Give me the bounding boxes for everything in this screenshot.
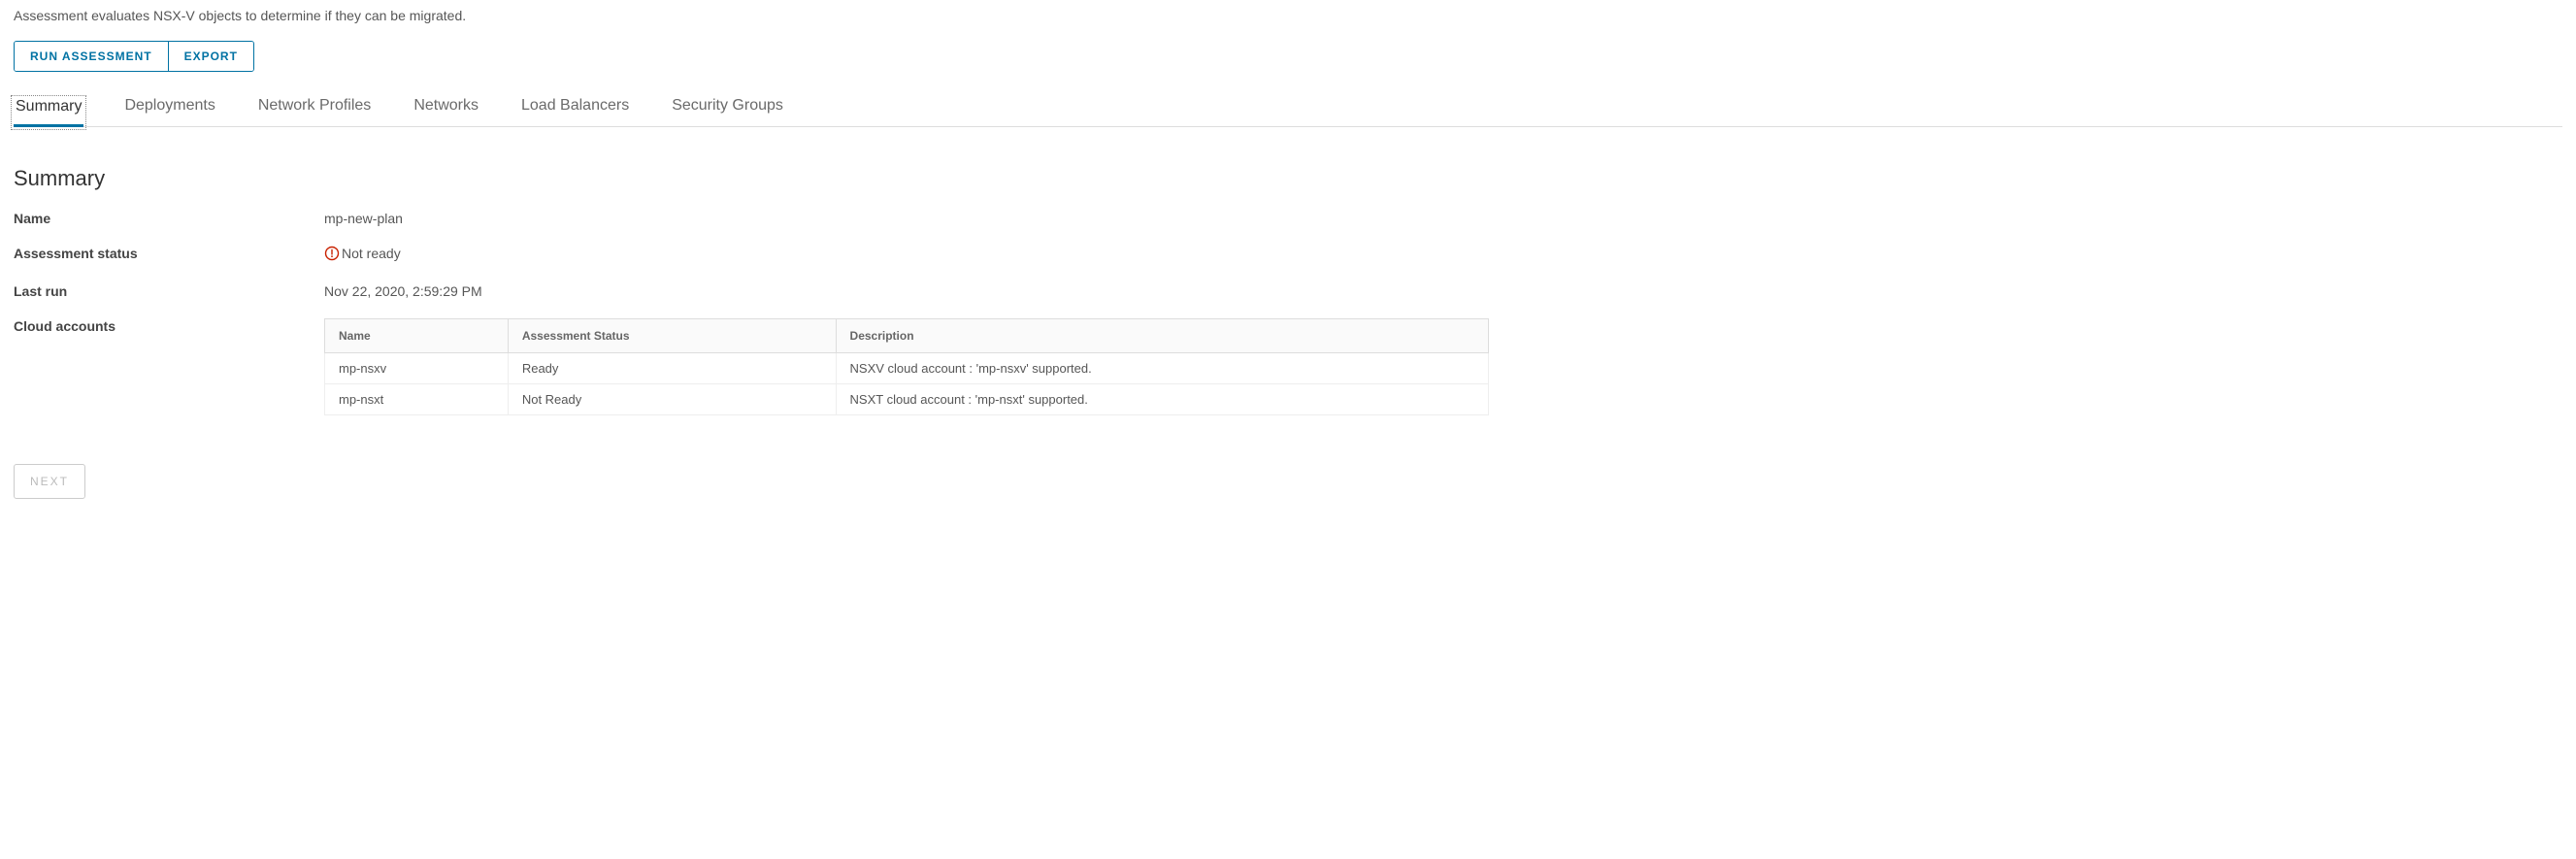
tab-network-profiles[interactable]: Network Profiles <box>256 97 373 126</box>
col-header-description: Description <box>836 319 1488 353</box>
label-assessment-status: Assessment status <box>14 246 324 261</box>
row-assessment-status: Assessment status Not ready <box>14 246 2562 264</box>
row-cloud-accounts: Cloud accounts Name Assessment Status De… <box>14 318 2562 415</box>
label-last-run: Last run <box>14 283 324 299</box>
export-button[interactable]: EXPORT <box>168 42 253 71</box>
page-description: Assessment evaluates NSX-V objects to de… <box>14 8 2562 23</box>
tab-summary[interactable]: Summary <box>14 98 83 127</box>
col-header-status: Assessment Status <box>508 319 836 353</box>
tab-deployments[interactable]: Deployments <box>122 97 216 126</box>
label-cloud-accounts: Cloud accounts <box>14 318 324 334</box>
run-assessment-button[interactable]: RUN ASSESSMENT <box>15 42 168 71</box>
error-icon <box>324 246 340 261</box>
table-header-row: Name Assessment Status Description <box>325 319 1489 353</box>
cell-description: NSXV cloud account : 'mp-nsxv' supported… <box>836 353 1488 384</box>
cell-status: Ready <box>508 353 836 384</box>
cloud-accounts-table: Name Assessment Status Description mp-ns… <box>324 318 1489 415</box>
table-row: mp-nsxv Ready NSXV cloud account : 'mp-n… <box>325 353 1489 384</box>
tab-load-balancers[interactable]: Load Balancers <box>519 97 631 126</box>
label-name: Name <box>14 211 324 226</box>
row-last-run: Last run Nov 22, 2020, 2:59:29 PM <box>14 283 2562 299</box>
value-last-run: Nov 22, 2020, 2:59:29 PM <box>324 283 2562 299</box>
cell-status: Not Ready <box>508 384 836 415</box>
row-name: Name mp-new-plan <box>14 211 2562 226</box>
value-assessment-status: Not ready <box>342 246 401 261</box>
value-name: mp-new-plan <box>324 211 2562 226</box>
next-button[interactable]: NEXT <box>14 464 85 499</box>
tabs: Summary Deployments Network Profiles Net… <box>14 93 2562 127</box>
tab-security-groups[interactable]: Security Groups <box>670 97 785 126</box>
cell-description: NSXT cloud account : 'mp-nsxt' supported… <box>836 384 1488 415</box>
action-button-group: RUN ASSESSMENT EXPORT <box>14 41 254 72</box>
tab-networks[interactable]: Networks <box>412 97 480 126</box>
table-row: mp-nsxt Not Ready NSXT cloud account : '… <box>325 384 1489 415</box>
col-header-name: Name <box>325 319 509 353</box>
cell-name: mp-nsxt <box>325 384 509 415</box>
cell-name: mp-nsxv <box>325 353 509 384</box>
section-title: Summary <box>14 166 2562 191</box>
